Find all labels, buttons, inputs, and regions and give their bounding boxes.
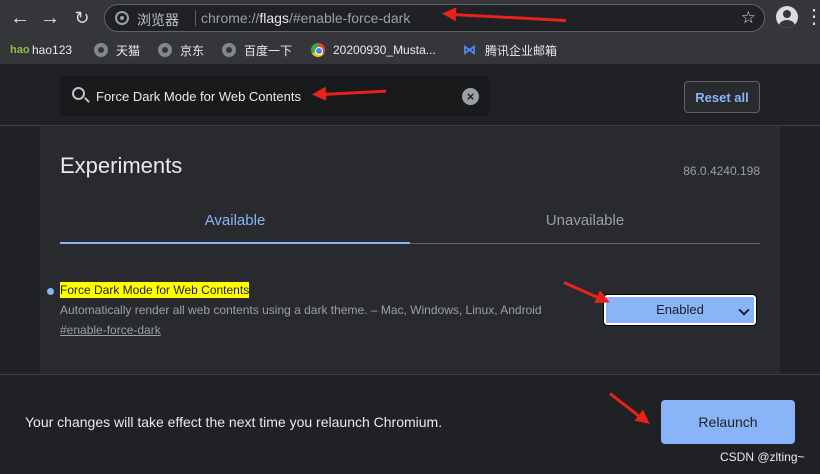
bookmark-hao123[interactable]: hao hao123 [10,41,72,59]
flags-header: × Reset all [0,64,820,126]
address-bar[interactable]: 浏览器 chrome://flags/#enable-force-dark ☆ [104,4,765,32]
relaunch-message: Your changes will take effect the next t… [25,414,443,430]
tab-available[interactable]: Available [60,206,410,244]
bookmark-tmall[interactable]: 天猫 [94,41,140,59]
flag-item: Force Dark Mode for Web Contents Automat… [40,276,780,346]
watermark: CSDN @zlting~ [720,450,805,464]
chrome-icon [311,43,325,57]
clear-icon[interactable]: × [462,88,479,105]
bookmark-label: 20200930_Musta... [333,43,436,57]
version-label: 86.0.4240.198 [683,164,760,178]
globe-icon [222,43,236,57]
modified-indicator-dot [47,288,54,295]
bookmark-label: 百度一下 [244,43,293,58]
flag-state-select[interactable]: Enabled [603,294,757,326]
flag-permalink[interactable]: #enable-force-dark [60,323,161,337]
globe-icon [94,43,108,57]
omnibox-divider [195,10,196,26]
reload-icon[interactable]: ↻ [70,6,94,30]
url-text[interactable]: chrome://flags/#enable-force-dark [201,10,410,26]
chevron-down-icon [738,304,750,316]
globe-icon [158,43,172,57]
relaunch-button[interactable]: Relaunch [661,400,795,444]
arrow-right-icon[interactable]: → [38,6,62,30]
flag-description: Automatically render all web contents us… [60,303,542,317]
tencent-mail-icon: ⋈ [463,42,476,57]
site-info-icon[interactable] [115,11,129,25]
bookmark-label: 京东 [180,43,205,58]
bookmark-tencent-mail[interactable]: ⋈ 腾讯企业邮箱 [463,41,557,59]
tab-unavailable[interactable]: Unavailable [410,206,760,244]
page-title: Experiments [60,153,183,178]
experiments-panel: Experiments 86.0.4240.198 Available Unav… [40,126,780,376]
url-prefix: chrome:// [201,10,260,26]
hao123-icon: hao [10,44,30,56]
bookmark-jd[interactable]: 京东 [158,41,204,59]
url-path: /#enable-force-dark [288,10,411,26]
search-icon [72,87,85,100]
url-host: flags [259,10,289,26]
profile-icon[interactable] [776,6,798,28]
flag-state-value: Enabled [656,302,704,317]
bookmark-label: 腾讯企业邮箱 [485,43,558,58]
arrow-left-icon[interactable]: ← [8,6,32,30]
star-icon[interactable]: ☆ [741,8,756,28]
bookmarks-bar: hao hao123 天猫 京东 百度一下 20200930_Musta... … [0,36,820,64]
flag-name: Force Dark Mode for Web Contents [60,282,250,298]
bookmark-label: 天猫 [116,43,141,58]
search-box: × [60,76,490,116]
reset-all-button[interactable]: Reset all [684,81,760,113]
bookmark-baidu[interactable]: 百度一下 [222,41,292,59]
site-label: 浏览器 [137,12,179,28]
bookmark-label: hao123 [32,43,73,57]
menu-icon[interactable]: ⋮ [804,4,820,30]
relaunch-bar: Your changes will take effect the next t… [0,374,820,474]
bookmark-mustang[interactable]: 20200930_Musta... [311,41,436,59]
search-input[interactable] [96,86,456,106]
browser-toolbar: ← → ↻ 浏览器 chrome://flags/#enable-force-d… [0,0,820,36]
